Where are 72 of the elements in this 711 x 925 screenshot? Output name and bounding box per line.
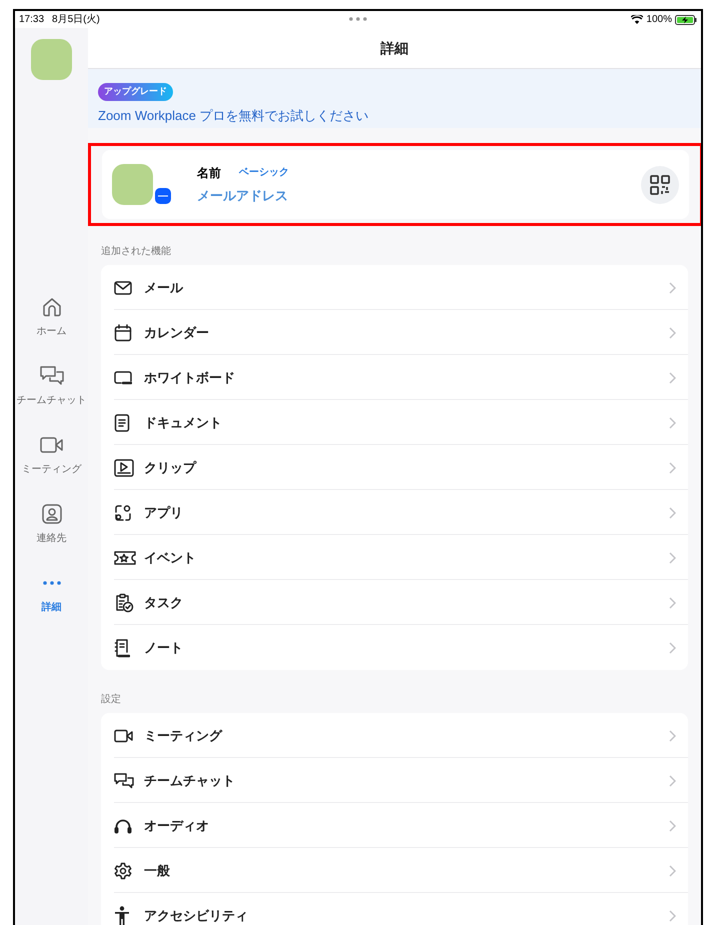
upgrade-link[interactable]: Zoom Workplace プロを無料でお試しください xyxy=(98,106,691,126)
chevron-right-icon xyxy=(669,416,676,428)
sidebar-tab[interactable]: 詳細 xyxy=(15,571,88,615)
profile-email: メールアドレス xyxy=(197,186,288,205)
contact-card-icon xyxy=(40,503,62,525)
sidebar-tab[interactable]: 連絡先 xyxy=(15,502,88,546)
menu-row[interactable]: ホワイトボード xyxy=(101,355,688,400)
document-icon xyxy=(114,414,130,432)
gear-icon xyxy=(114,862,132,880)
calendar-icon xyxy=(114,324,132,342)
notebook-icon xyxy=(114,638,130,658)
menu-row[interactable]: ミーティング xyxy=(101,713,688,758)
menu-row[interactable]: ノート xyxy=(101,625,688,670)
profile-name: 名前 xyxy=(197,164,221,182)
chevron-right-icon xyxy=(669,506,676,518)
menu-row[interactable]: ドキュメント xyxy=(101,400,688,445)
status-date: 8月5日(火) xyxy=(52,12,100,27)
wifi-icon xyxy=(631,15,644,24)
whiteboard-icon xyxy=(114,370,132,384)
chevron-right-icon xyxy=(669,864,676,876)
chevron-right-icon xyxy=(669,372,676,384)
envelope-icon xyxy=(114,280,132,294)
battery-charging-icon xyxy=(675,14,697,24)
chevron-right-icon xyxy=(669,552,676,564)
qr-code-button[interactable] xyxy=(641,166,679,204)
video-camera-icon xyxy=(40,436,64,454)
menu-row[interactable]: 一般 xyxy=(101,848,688,893)
avatar-placeholder xyxy=(112,164,153,205)
menu-row[interactable]: オーディオ xyxy=(101,803,688,848)
chevron-right-icon xyxy=(669,282,676,294)
chevron-right-icon xyxy=(669,462,676,474)
chevron-right-icon xyxy=(669,910,676,922)
ticket-star-icon xyxy=(114,550,136,566)
menu-row[interactable]: アプリ xyxy=(101,490,688,535)
upgrade-badge: アップグレード xyxy=(98,83,173,100)
chevron-right-icon xyxy=(669,596,676,608)
home-icon xyxy=(40,296,62,318)
menu-row[interactable]: イベント xyxy=(101,535,688,580)
video-camera-icon xyxy=(114,728,134,742)
chevron-right-icon xyxy=(669,774,676,786)
headphones-icon xyxy=(114,818,132,834)
clipboard-check-icon xyxy=(114,592,134,612)
status-time: 17:33 xyxy=(19,13,44,27)
profile-card[interactable]: 名前 ベーシック メールアドレス xyxy=(102,150,689,219)
avatar-placeholder xyxy=(31,39,72,80)
play-clip-icon xyxy=(114,458,134,476)
page-title: 詳細 xyxy=(380,38,408,58)
apps-icon xyxy=(114,504,132,522)
app-logo-icon xyxy=(155,188,171,204)
section-header: 追加された機能 xyxy=(101,244,172,259)
chevron-right-icon xyxy=(669,730,676,742)
menu-row[interactable]: クリップ xyxy=(101,445,688,490)
chevron-right-icon xyxy=(669,326,676,338)
qr-code-icon xyxy=(650,174,670,194)
battery-percentage: 100% xyxy=(646,13,672,27)
menu-row[interactable]: タスク xyxy=(101,580,688,625)
menu-row[interactable]: メール xyxy=(101,265,688,310)
sidebar-tab[interactable]: チームチャット xyxy=(15,364,88,408)
chevron-right-icon xyxy=(669,642,676,654)
sidebar-tab[interactable]: ホーム xyxy=(15,295,88,339)
menu-row[interactable]: チームチャット xyxy=(101,758,688,803)
menu-row[interactable]: カレンダー xyxy=(101,310,688,355)
upgrade-banner[interactable]: アップグレード Zoom Workplace プロを無料でお試しください xyxy=(88,69,701,128)
accessibility-person-icon xyxy=(114,906,130,925)
chat-bubbles-icon xyxy=(114,772,134,790)
plan-label: ベーシック xyxy=(239,166,289,180)
more-icon xyxy=(42,581,60,585)
chevron-right-icon xyxy=(669,820,676,832)
section-header: 設定 xyxy=(101,692,122,707)
sidebar-tab[interactable]: ミーティング xyxy=(15,433,88,477)
menu-row[interactable]: アクセシビリティ xyxy=(101,893,688,925)
more-icon xyxy=(349,17,367,21)
